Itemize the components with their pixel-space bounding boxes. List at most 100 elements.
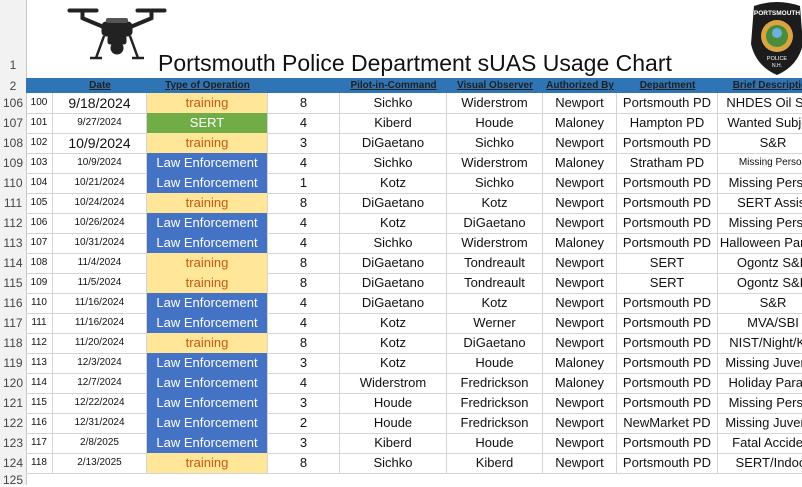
row-number[interactable]: 120 [0, 376, 26, 390]
type-cell[interactable]: Law Enforcement [147, 173, 268, 193]
description-cell[interactable]: Missing Person [718, 153, 802, 173]
observer-cell[interactable]: Kotz [447, 193, 543, 213]
authorized-cell[interactable]: Newport [543, 173, 617, 193]
flights-cell[interactable]: 4 [268, 233, 340, 253]
row-number[interactable]: 119 [0, 356, 26, 370]
type-cell[interactable]: training [147, 453, 268, 473]
description-cell[interactable]: Fatal Accident [718, 433, 802, 453]
type-cell[interactable]: training [147, 253, 268, 273]
flights-cell[interactable]: 8 [268, 453, 340, 473]
flights-cell[interactable]: 2 [268, 413, 340, 433]
pilot-cell[interactable]: Sichko [340, 233, 447, 253]
type-cell[interactable]: training [147, 333, 268, 353]
date-cell[interactable]: 9/27/2024 [53, 113, 147, 133]
observer-cell[interactable]: Kotz [447, 293, 543, 313]
pilot-cell[interactable]: Kotz [340, 213, 447, 233]
authorized-cell[interactable]: Newport [543, 193, 617, 213]
header-date[interactable]: Date [53, 78, 147, 93]
pilot-cell[interactable]: Kotz [340, 353, 447, 373]
observer-cell[interactable]: Sichko [447, 173, 543, 193]
department-cell[interactable]: Stratham PD [617, 153, 718, 173]
description-cell[interactable]: Missing Person [718, 393, 802, 413]
pilot-cell[interactable]: Sichko [340, 153, 447, 173]
row-index-cell[interactable]: 114 [26, 373, 53, 393]
type-cell[interactable]: Law Enforcement [147, 313, 268, 333]
flights-cell[interactable]: 4 [268, 113, 340, 133]
flights-cell[interactable]: 3 [268, 353, 340, 373]
row-index-cell[interactable]: 110 [26, 293, 53, 313]
observer-cell[interactable]: Widerstrom [447, 153, 543, 173]
flights-cell[interactable]: 3 [268, 393, 340, 413]
pilot-cell[interactable]: Kotz [340, 313, 447, 333]
row-index-cell[interactable]: 103 [26, 153, 53, 173]
department-cell[interactable]: Portsmouth PD [617, 133, 718, 153]
pilot-cell[interactable]: DiGaetano [340, 193, 447, 213]
department-cell[interactable]: Hampton PD [617, 113, 718, 133]
flights-cell[interactable]: 4 [268, 153, 340, 173]
date-cell[interactable]: 12/7/2024 [53, 373, 147, 393]
observer-cell[interactable]: Fredrickson [447, 373, 543, 393]
flights-cell[interactable]: 4 [268, 313, 340, 333]
row-number[interactable]: 2 [0, 79, 26, 93]
observer-cell[interactable]: DiGaetano [447, 213, 543, 233]
flights-cell[interactable]: 4 [268, 373, 340, 393]
flights-cell[interactable]: 3 [268, 133, 340, 153]
authorized-cell[interactable]: Newport [543, 433, 617, 453]
department-cell[interactable]: Portsmouth PD [617, 393, 718, 413]
description-cell[interactable]: Missing Person [718, 213, 802, 233]
row-index-cell[interactable]: 112 [26, 333, 53, 353]
observer-cell[interactable]: Houde [447, 353, 543, 373]
date-cell[interactable]: 10/26/2024 [53, 213, 147, 233]
pilot-cell[interactable]: Kotz [340, 333, 447, 353]
pilot-cell[interactable]: DiGaetano [340, 133, 447, 153]
date-cell[interactable]: 2/13/2025 [53, 453, 147, 473]
authorized-cell[interactable]: Maloney [543, 373, 617, 393]
authorized-cell[interactable]: Newport [543, 333, 617, 353]
row-number[interactable]: 114 [0, 256, 26, 270]
authorized-cell[interactable]: Newport [543, 253, 617, 273]
observer-cell[interactable]: Houde [447, 113, 543, 133]
authorized-cell[interactable]: Newport [543, 313, 617, 333]
authorized-cell[interactable]: Maloney [543, 113, 617, 133]
observer-cell[interactable]: Fredrickson [447, 413, 543, 433]
department-cell[interactable]: NewMarket PD [617, 413, 718, 433]
flights-cell[interactable]: 8 [268, 333, 340, 353]
type-cell[interactable]: Law Enforcement [147, 433, 268, 453]
row-index-cell[interactable]: 102 [26, 133, 53, 153]
row-index-cell[interactable]: 106 [26, 213, 53, 233]
department-cell[interactable]: Portsmouth PD [617, 193, 718, 213]
type-cell[interactable]: training [147, 273, 268, 293]
row-number[interactable]: 109 [0, 156, 26, 170]
pilot-cell[interactable]: Sichko [340, 93, 447, 113]
pilot-cell[interactable]: Widerstrom [340, 373, 447, 393]
type-cell[interactable]: Law Enforcement [147, 373, 268, 393]
description-cell[interactable]: Wanted Subject [718, 113, 802, 133]
row-number[interactable]: 1 [0, 58, 26, 72]
date-cell[interactable]: 11/20/2024 [53, 333, 147, 353]
pilot-cell[interactable]: Houde [340, 413, 447, 433]
date-cell[interactable]: 10/24/2024 [53, 193, 147, 213]
row-index-cell[interactable]: 109 [26, 273, 53, 293]
department-cell[interactable]: Portsmouth PD [617, 373, 718, 393]
flights-cell[interactable]: 8 [268, 193, 340, 213]
description-cell[interactable]: Missing Person [718, 173, 802, 193]
row-number[interactable]: 107 [0, 116, 26, 130]
row-number[interactable]: 122 [0, 416, 26, 430]
observer-cell[interactable]: Tondreault [447, 273, 543, 293]
row-index-cell[interactable]: 108 [26, 253, 53, 273]
date-cell[interactable]: 10/9/2024 [53, 133, 147, 153]
type-cell[interactable]: Law Enforcement [147, 413, 268, 433]
department-cell[interactable]: Portsmouth PD [617, 293, 718, 313]
header-description[interactable]: Brief Description [718, 78, 802, 93]
row-number[interactable]: 116 [0, 296, 26, 310]
date-cell[interactable]: 11/4/2024 [53, 253, 147, 273]
authorized-cell[interactable]: Newport [543, 273, 617, 293]
date-cell[interactable]: 12/31/2024 [53, 413, 147, 433]
description-cell[interactable]: SERT Assist [718, 193, 802, 213]
row-index-cell[interactable]: 113 [26, 353, 53, 373]
authorized-cell[interactable]: Maloney [543, 153, 617, 173]
header-type[interactable]: Type of Operation [147, 78, 268, 93]
observer-cell[interactable]: Houde [447, 433, 543, 453]
type-cell[interactable]: Law Enforcement [147, 233, 268, 253]
flights-cell[interactable]: 1 [268, 173, 340, 193]
